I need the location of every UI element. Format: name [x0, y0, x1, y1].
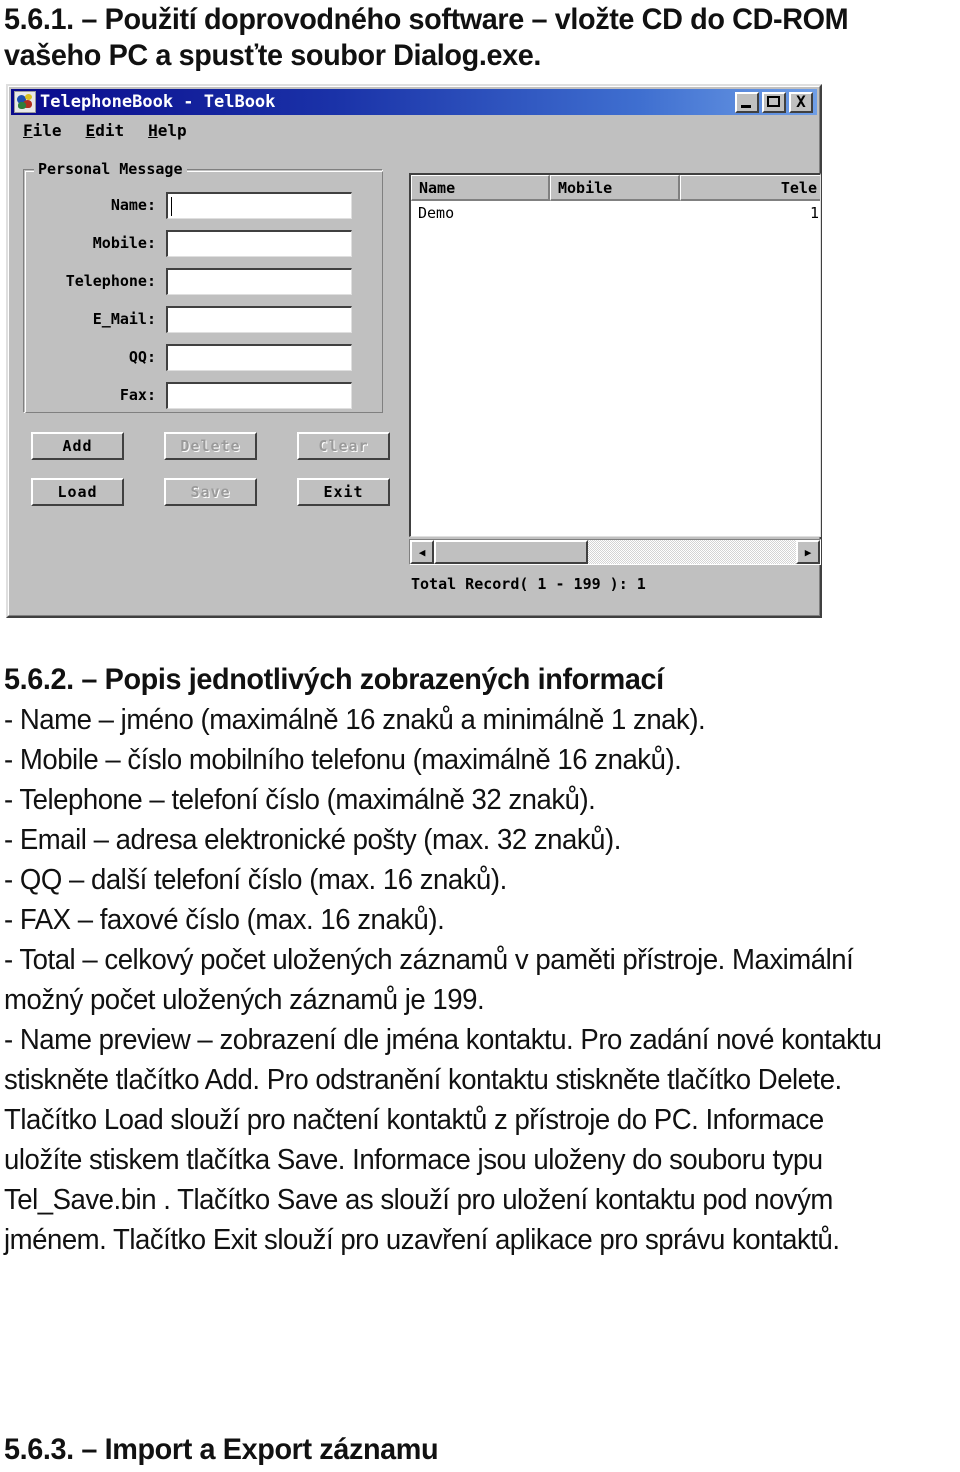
close-icon: X [796, 91, 806, 111]
menu-item-file[interactable]: File [23, 121, 62, 140]
text-caret [171, 196, 172, 216]
cell-name: Demo [418, 204, 455, 222]
clear-button[interactable]: Clear [297, 432, 390, 460]
groupbox-label: Personal Message [34, 160, 187, 178]
scroll-right-arrow-icon[interactable]: ▶ [796, 540, 820, 564]
table-row[interactable]: Demo 1 [411, 201, 820, 225]
body-paragraph: - Email – adresa elektronické pošty (max… [4, 824, 621, 856]
minimize-button[interactable] [735, 91, 759, 113]
column-header-tele[interactable]: Tele [680, 175, 820, 201]
column-header-mobile[interactable]: Mobile [550, 175, 680, 201]
total-record-status: Total Record( 1 - 199 ): 1 [411, 575, 646, 593]
telephone-label: Telephone: [65, 272, 156, 290]
name-label: Name: [110, 196, 156, 214]
menu-item-edit[interactable]: Edit [86, 121, 125, 140]
cell-tele: 1 [809, 204, 819, 222]
menu-bar: File Edit Help [11, 117, 817, 143]
window-controls: X [735, 91, 813, 113]
maximize-icon [767, 95, 780, 107]
fax-input[interactable] [166, 381, 352, 409]
email-label: E_Mail: [92, 310, 156, 328]
body-paragraph: - QQ – další telefoní číslo (max. 16 zna… [4, 864, 507, 896]
contacts-listview[interactable]: Name Mobile Tele Demo 1 [409, 173, 821, 537]
mobile-label: Mobile: [92, 234, 156, 252]
load-button[interactable]: Load [31, 478, 124, 506]
add-button[interactable]: Add [31, 432, 124, 460]
scrollbar-thumb[interactable] [434, 540, 588, 564]
name-input[interactable] [166, 191, 352, 219]
body-paragraph: - FAX – faxové číslo (max. 16 znaků). [4, 904, 445, 936]
fax-label: Fax: [119, 386, 156, 404]
body-paragraph: - Total – celkový počet uložených záznam… [4, 944, 854, 1016]
field-row-mobile: Mobile: [24, 228, 384, 258]
app-icon [14, 91, 36, 113]
mobile-input[interactable] [166, 229, 352, 257]
body-paragraph: - Name – jméno (maximálně 16 znaků a min… [4, 704, 706, 736]
body-text-block: - Name – jméno (maximálně 16 znaků a min… [4, 700, 956, 1260]
body-paragraph: - Telephone – telefoní číslo (maximálně … [4, 784, 596, 816]
telephone-input[interactable] [166, 267, 352, 295]
close-button[interactable]: X [789, 91, 813, 113]
minimize-icon [741, 104, 751, 108]
scroll-left-arrow-icon[interactable]: ◀ [410, 540, 434, 564]
scrollbar-track[interactable] [434, 540, 796, 564]
menu-item-help[interactable]: Help [148, 121, 187, 140]
field-row-telephone: Telephone: [24, 266, 384, 296]
window-titlebar[interactable]: TelephoneBook - TelBook X [11, 89, 817, 115]
qq-label: QQ: [128, 348, 156, 366]
telephonebook-app-window: TelephoneBook - TelBook X File Edit Help… [6, 84, 822, 618]
listview-horizontal-scrollbar[interactable]: ◀ ▶ [409, 539, 821, 565]
field-row-email: E_Mail: [24, 304, 384, 334]
page-heading-5-6-1: 5.6.1. – Použití doprovodného software –… [4, 3, 849, 72]
listview-header: Name Mobile Tele [411, 175, 820, 201]
maximize-button[interactable] [762, 91, 786, 113]
window-inner-frame: TelephoneBook - TelBook X File Edit Help… [8, 86, 821, 616]
page-heading-5-6-3: 5.6.3. – Import a Export záznamu [4, 1433, 439, 1466]
window-title: TelephoneBook - TelBook [40, 92, 276, 112]
field-row-name: Name: [24, 190, 384, 220]
column-header-name[interactable]: Name [411, 175, 550, 201]
field-row-qq: QQ: [24, 342, 384, 372]
field-row-fax: Fax: [24, 380, 384, 410]
qq-input[interactable] [166, 343, 352, 371]
body-paragraph: - Mobile – číslo mobilního telefonu (max… [4, 744, 682, 776]
body-paragraph: - Name preview – zobrazení dle jména kon… [4, 1024, 882, 1256]
exit-button[interactable]: Exit [297, 478, 390, 506]
email-input[interactable] [166, 305, 352, 333]
personal-message-groupbox: Personal Message Name: Mobile: Telephone… [23, 160, 384, 413]
save-button[interactable]: Save [164, 478, 257, 506]
delete-button[interactable]: Delete [164, 432, 257, 460]
page-heading-5-6-2: 5.6.2. – Popis jednotlivých zobrazených … [4, 663, 664, 696]
